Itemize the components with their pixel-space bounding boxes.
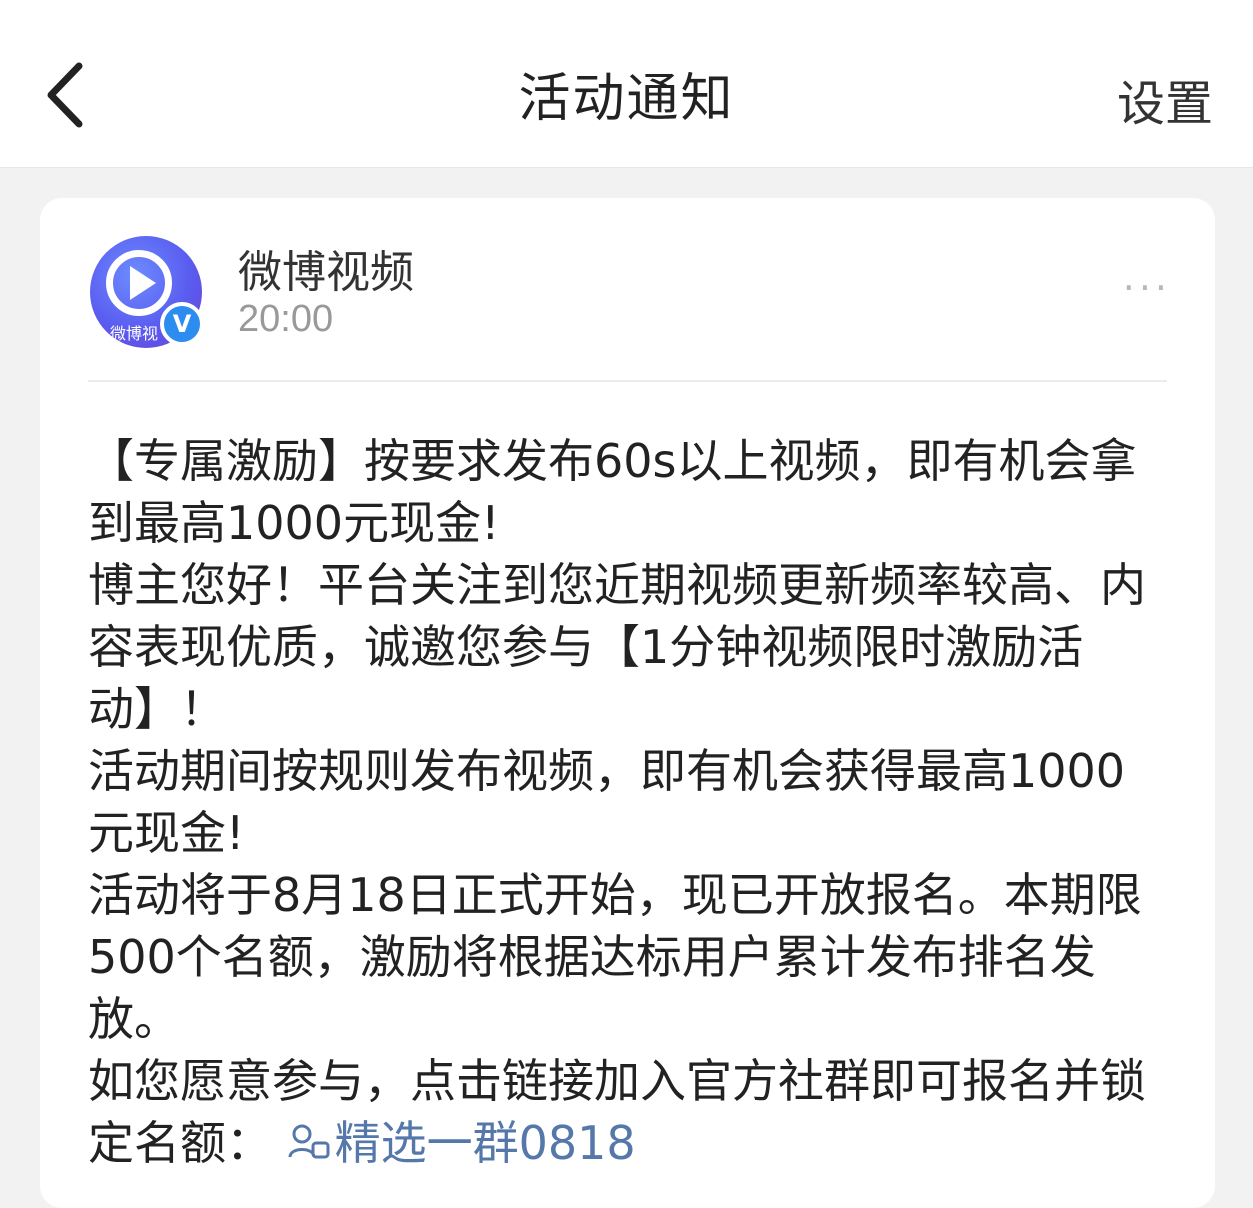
settings-button[interactable]: 设置 (1117, 64, 1213, 134)
signup-paragraph: 如您愿意参与，点击链接加入官方社群即可报名并锁定名额： 精选一群0818 (88, 1050, 1168, 1174)
message-paragraph: 【专属激励】按要求发布60s以上视频，即有机会拿到最高1000元现金! (88, 434, 1137, 550)
divider (88, 380, 1167, 382)
group-link-label: 精选一群0818 (334, 1116, 636, 1170)
message-paragraph: 活动期间按规则发布视频，即有机会获得最高1000元现金! (88, 744, 1126, 860)
message-card: 微博视 V 微博视频 20:00 ··· 【专属激励】按要求发布60s以上视频，… (40, 198, 1215, 1208)
message-time: 20:00 (238, 298, 334, 340)
message-paragraph: 活动将于8月18日正式开始，现已开放报名。本期限500个名额，激励将根据达标用户… (88, 868, 1142, 1046)
avatar-label: 微博视 (110, 324, 159, 343)
page-title: 活动通知 (518, 69, 735, 129)
message-body: 【专属激励】按要求发布60s以上视频，即有机会拿到最高1000元现金! 博主您好… (88, 430, 1168, 1174)
verified-badge-icon: V (160, 302, 204, 346)
more-options-button[interactable]: ··· (1123, 269, 1171, 307)
top-navigation-bar: 活动通知 设置 (0, 0, 1253, 168)
play-icon (130, 266, 156, 300)
message-paragraph: 博主您好！平台关注到您近期视频更新频率较高、内容表现优质，诚邀您参与【1分钟视频… (88, 558, 1146, 736)
sender-name[interactable]: 微博视频 (238, 236, 414, 300)
group-link[interactable]: 精选一群0818 (287, 1116, 636, 1170)
group-chat-icon (288, 1124, 330, 1159)
